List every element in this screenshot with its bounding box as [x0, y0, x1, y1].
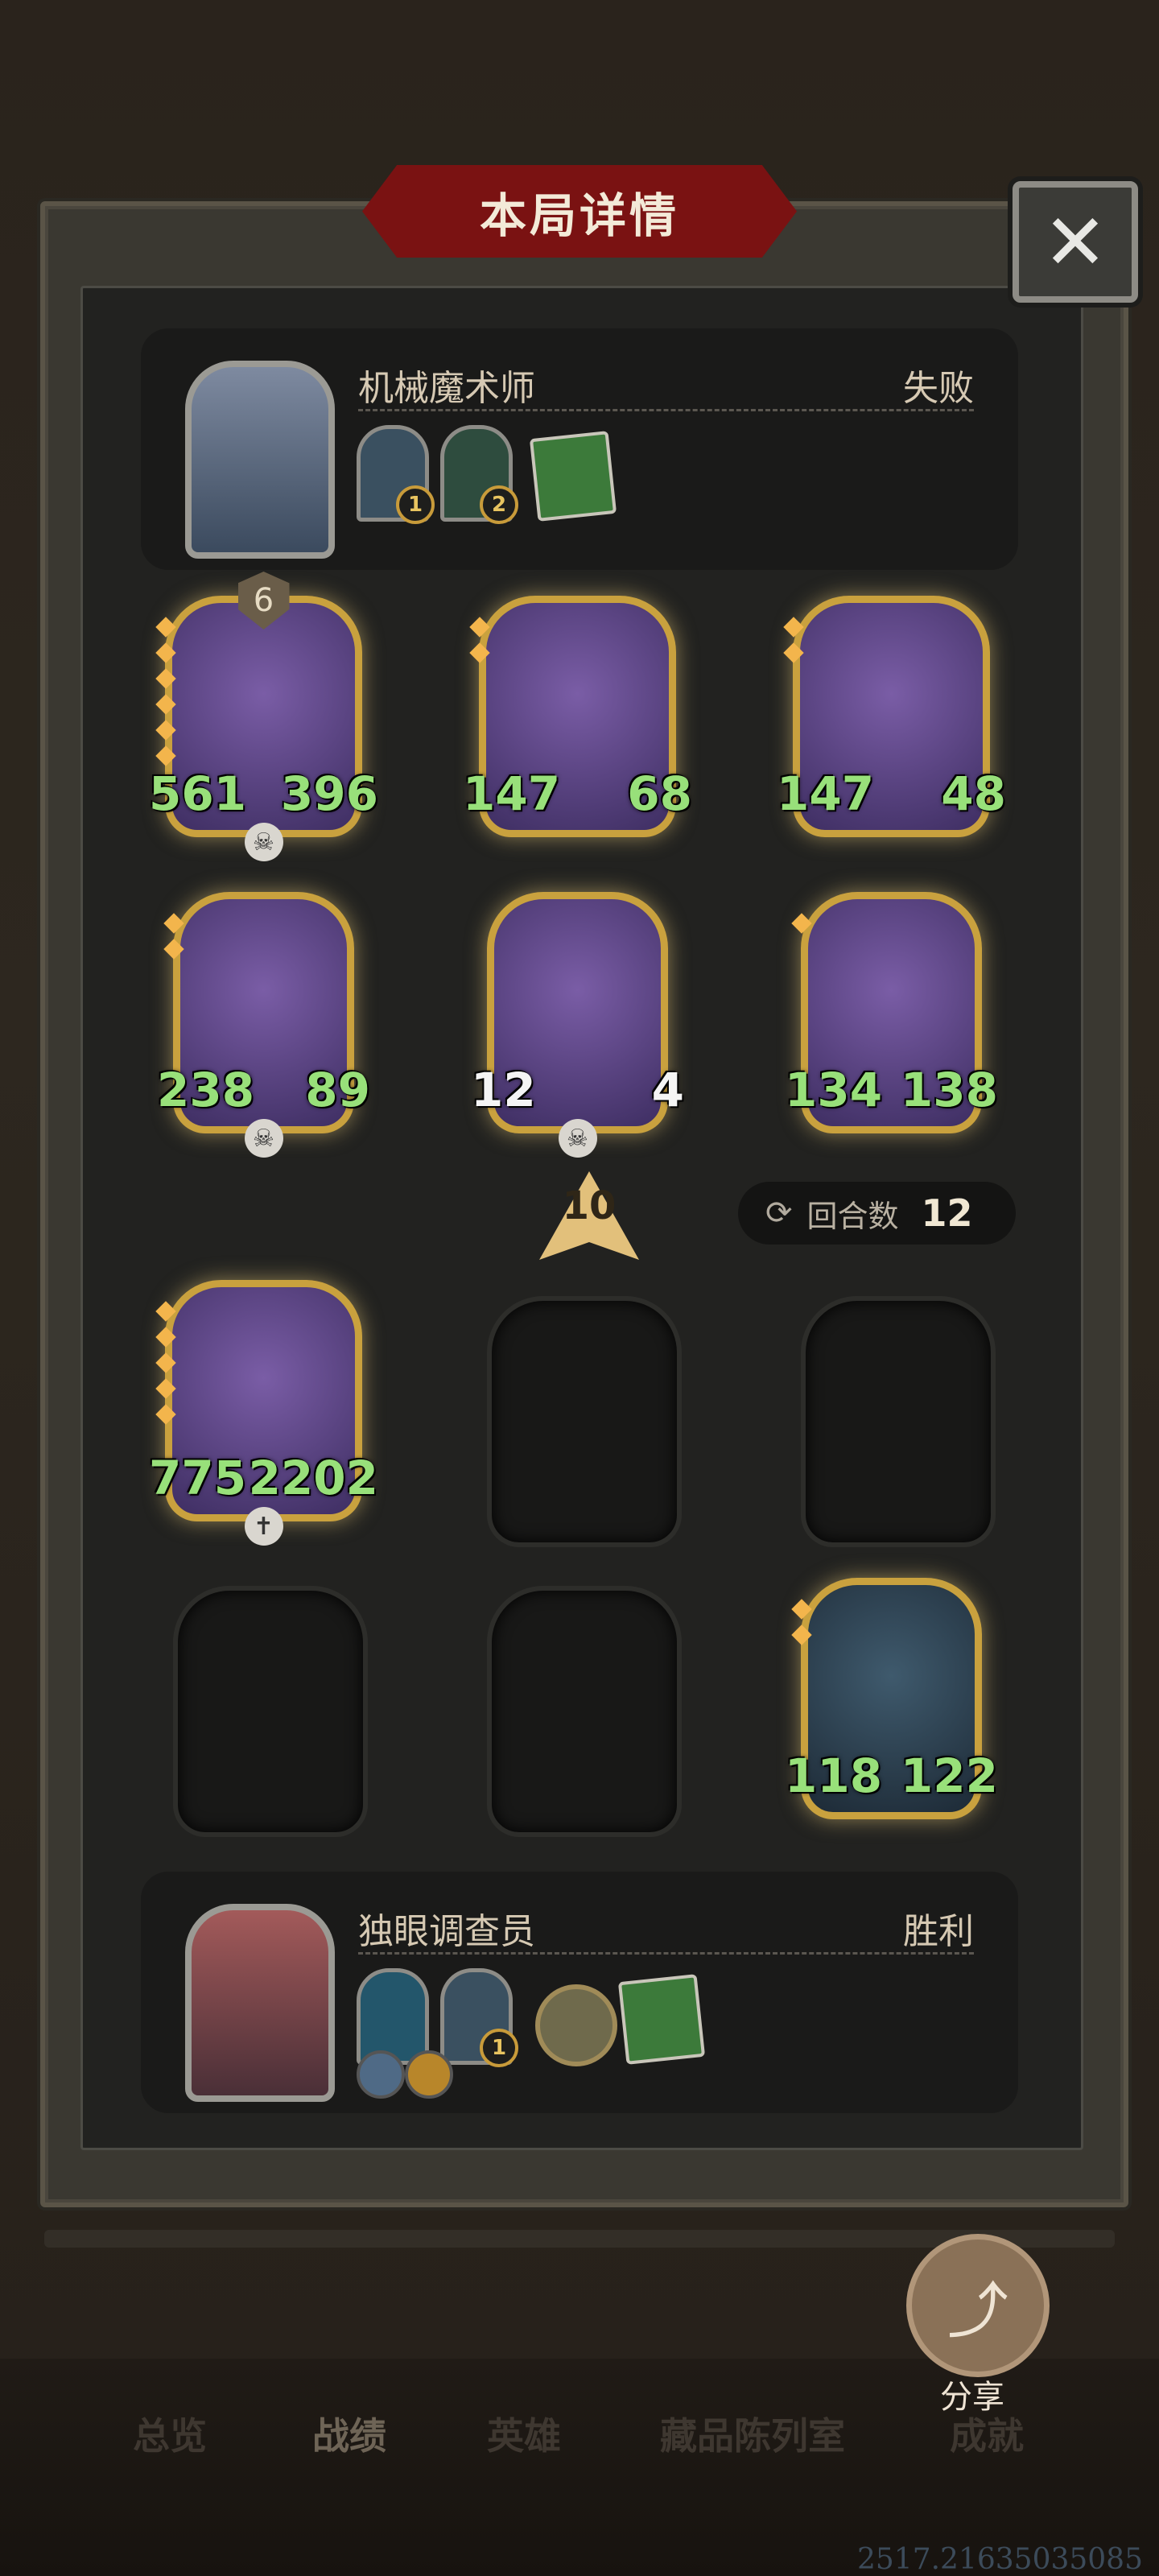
gem-icon	[469, 617, 490, 671]
close-icon: ✕	[1042, 196, 1108, 287]
opponent-card: 机械魔术师 失败 1 2	[141, 328, 1018, 570]
minion-card[interactable]: 238 89 ☠	[157, 892, 370, 1158]
skull-icon: ☠	[244, 823, 283, 861]
player-card: 独眼调查员 胜利 1	[141, 1872, 1018, 2113]
sword-icon[interactable]	[357, 2050, 405, 2099]
minion-attack: 238	[157, 1063, 255, 1117]
trinket-icon[interactable]: 2	[440, 425, 518, 524]
minion-card[interactable]: 147 68	[463, 596, 692, 837]
gem-icon	[791, 913, 812, 942]
tombstone-icon: ✝	[244, 1507, 283, 1546]
minion-attack: 147	[777, 766, 875, 821]
refresh-icon: ⟳	[765, 1195, 793, 1232]
minion-health: 122	[900, 1748, 998, 1803]
dialog-title: 本局详情	[479, 188, 679, 243]
gem-icon	[783, 617, 804, 671]
opponent-avatar[interactable]	[185, 361, 335, 559]
minion-attack: 134	[785, 1063, 883, 1117]
trinket-icon[interactable]: 1	[357, 425, 435, 524]
medal-icon[interactable]	[535, 1984, 617, 2066]
share-button[interactable]: ⤴	[906, 2234, 1050, 2377]
minion-attack: 147	[463, 766, 561, 821]
minion-health: 4	[651, 1063, 684, 1117]
minion-health: 138	[900, 1063, 998, 1117]
minion-health: 68	[627, 766, 692, 821]
gem-icon	[791, 1599, 812, 1653]
book-icon[interactable]	[529, 431, 617, 522]
minion-card[interactable]: 147 48	[777, 596, 1006, 837]
gem-icon	[163, 913, 184, 968]
player-name: 独眼调查员	[358, 1911, 535, 1952]
title-banner: 本局详情	[356, 159, 803, 264]
tab-collection[interactable]: 藏品陈列室	[660, 2407, 845, 2460]
minion-health: 2202	[248, 1451, 378, 1505]
footer-code: 2517.21635035085	[856, 2543, 1143, 2576]
item-count-badge: 1	[480, 2029, 518, 2067]
level-up-count: 10	[562, 1183, 617, 1228]
minion-card[interactable]: 12 4 ☠	[471, 892, 684, 1158]
tab-overview[interactable]: 总览	[133, 2407, 207, 2460]
skull-icon: ☠	[244, 1119, 283, 1158]
empty-slot	[801, 1296, 996, 1547]
round-value: 12	[921, 1191, 973, 1235]
buff-icon[interactable]	[405, 2050, 453, 2099]
opponent-name: 机械魔术师	[358, 368, 535, 409]
gem-icon	[155, 617, 176, 774]
minion-attack: 561	[149, 766, 247, 821]
trinket-icon[interactable]	[357, 1968, 429, 2065]
book-icon[interactable]	[617, 1974, 706, 2065]
tab-heroes[interactable]: 英雄	[487, 2407, 561, 2460]
player-avatar[interactable]	[185, 1904, 335, 2102]
round-counter: ⟳ 回合数 12	[738, 1182, 1016, 1245]
minion-card[interactable]: 134 138	[785, 892, 998, 1133]
minion-card[interactable]: 775 2202 ✝	[149, 1280, 378, 1546]
minion-health: 396	[280, 766, 378, 821]
gem-icon	[155, 1301, 176, 1433]
item-count-badge: 2	[480, 485, 518, 524]
divider	[358, 1952, 974, 1955]
opponent-result: 失败	[903, 368, 974, 409]
share-label: 分享	[940, 2379, 1004, 2416]
share-icon: ⤴	[947, 2275, 1008, 2347]
minion-attack: 118	[785, 1748, 883, 1803]
player-result: 胜利	[903, 1911, 974, 1952]
minion-health: 89	[305, 1063, 370, 1117]
minion-card[interactable]: 118 122	[785, 1578, 998, 1819]
minion-health: 48	[941, 766, 1006, 821]
tab-record[interactable]: 战绩	[312, 2407, 386, 2460]
divider	[358, 409, 974, 411]
minion-attack: 775	[149, 1451, 247, 1505]
skull-icon: ☠	[558, 1119, 597, 1158]
empty-slot	[173, 1586, 368, 1837]
trinket-icon[interactable]: 1	[440, 1968, 518, 2067]
item-count-badge: 1	[396, 485, 435, 524]
close-button[interactable]: ✕	[1013, 181, 1138, 303]
empty-slot	[487, 1296, 682, 1547]
minion-card[interactable]: 6 561 396 ☠	[149, 572, 378, 861]
empty-slot	[487, 1586, 682, 1837]
minion-attack: 12	[471, 1063, 536, 1117]
round-label: 回合数	[806, 1198, 899, 1234]
